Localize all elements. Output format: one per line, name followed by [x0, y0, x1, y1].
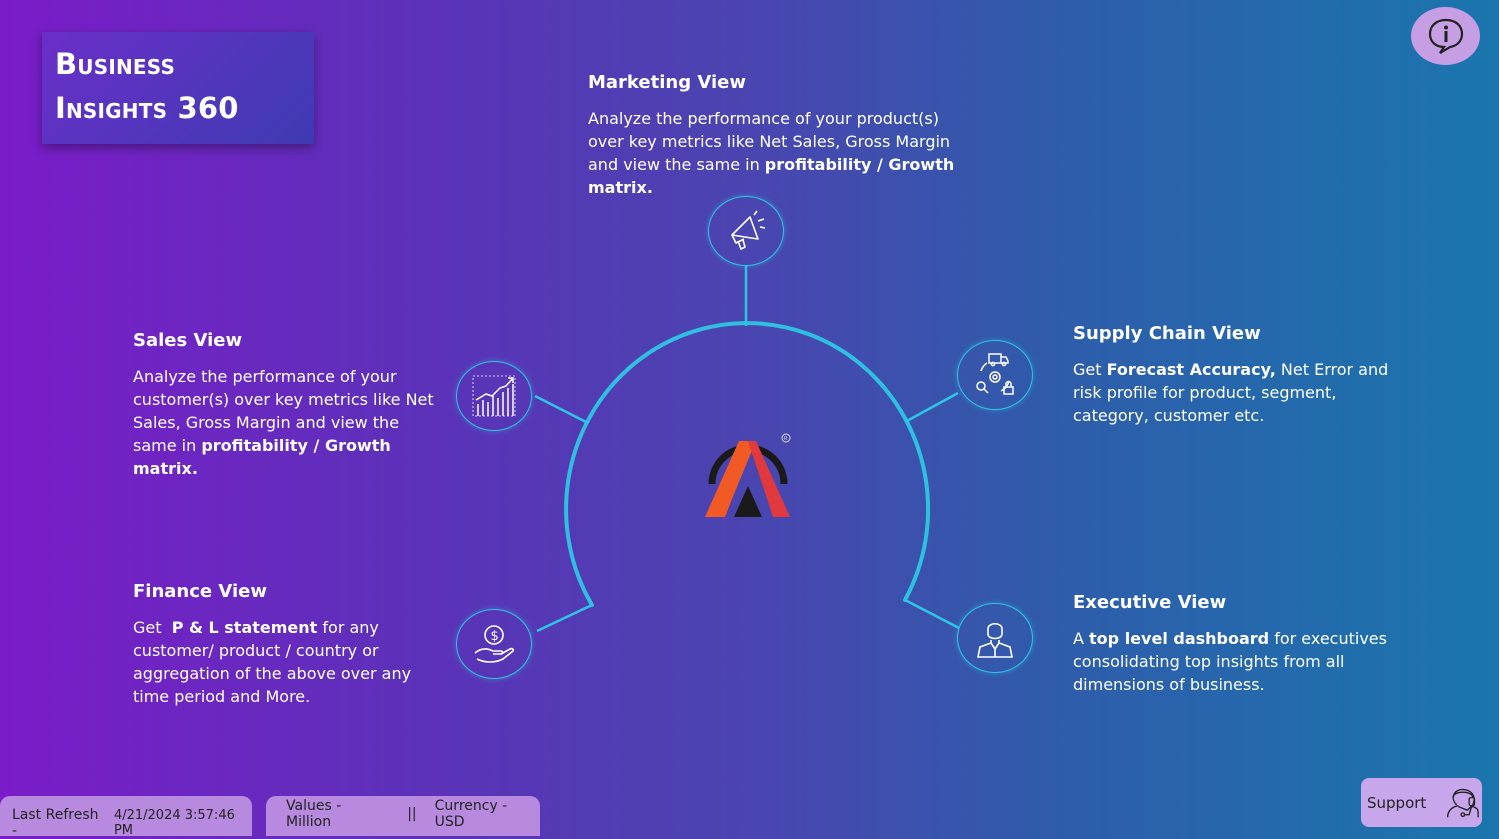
executive-view-description: A top level dashboard for executives con…	[1073, 629, 1387, 694]
finance-view-node[interactable]: $	[456, 609, 532, 679]
sales-view-description: Analyze the performance of your customer…	[133, 367, 434, 478]
executive-view-section: Executive View A top level dashboard for…	[1073, 592, 1423, 696]
sales-view-heading[interactable]: Sales View	[133, 330, 445, 351]
supply-chain-view-section: Supply Chain View Get Forecast Accuracy,…	[1073, 323, 1403, 427]
megaphone-icon	[731, 210, 766, 250]
marketing-view-description: Analyze the performance of your product(…	[588, 109, 955, 197]
atliq-logo: R	[705, 433, 791, 517]
supply-chain-view-node[interactable]	[957, 340, 1033, 410]
units-pill: Values - Million || Currency - USD	[266, 796, 540, 836]
executive-view-heading[interactable]: Executive View	[1073, 592, 1423, 613]
marketing-view-node[interactable]	[708, 196, 784, 266]
sales-view-section: Sales View Analyze the performance of yo…	[133, 330, 445, 480]
footer-separator: ||	[407, 806, 417, 822]
last-refresh-label: Last Refresh -	[12, 807, 99, 839]
headset-icon	[1447, 788, 1480, 817]
marketing-view-heading[interactable]: Marketing View	[588, 72, 968, 93]
support-button[interactable]: Support	[1361, 778, 1482, 827]
last-refresh-value: 4/21/2024 3:57:46 PM	[113, 808, 235, 838]
money-hand-icon: $	[474, 625, 515, 663]
last-refresh-pill: Last Refresh - 4/21/2024 3:57:46 PM	[0, 796, 252, 839]
growth-chart-icon	[472, 375, 516, 417]
finance-view-section: Finance View Get P & L statement for any…	[133, 581, 445, 708]
svg-text:R: R	[784, 436, 788, 442]
marketing-view-section: Marketing View Analyze the performance o…	[588, 72, 968, 199]
support-label: Support	[1367, 793, 1427, 812]
currency-label: Currency - USD	[434, 798, 508, 830]
values-unit-label: Values - Million	[286, 798, 342, 830]
finance-view-description: Get P & L statement for any customer/ pr…	[133, 618, 412, 706]
finance-view-heading[interactable]: Finance View	[133, 581, 445, 602]
supply-chain-icon	[976, 353, 1014, 395]
sales-view-node[interactable]	[456, 361, 532, 431]
executive-view-node[interactable]	[957, 603, 1033, 673]
supply-chain-view-description: Get Forecast Accuracy, Net Error and ris…	[1073, 360, 1389, 425]
executive-icon	[977, 622, 1013, 658]
supply-chain-view-heading[interactable]: Supply Chain View	[1073, 323, 1403, 344]
svg-text:$: $	[491, 629, 499, 644]
